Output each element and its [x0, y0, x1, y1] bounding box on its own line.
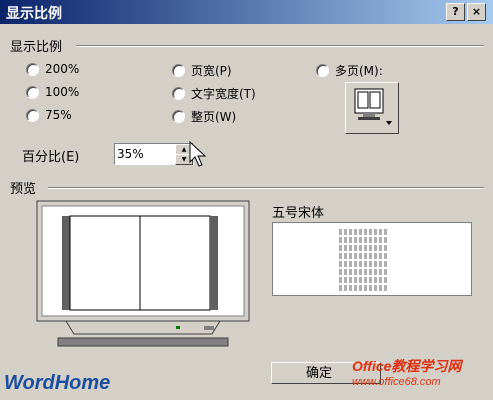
- office68-watermark: Office教程学习网 www.office68.com: [352, 356, 490, 396]
- many-pages-button[interactable]: [345, 82, 399, 134]
- radio-page-width-label: 页宽(P): [191, 64, 232, 78]
- close-button[interactable]: ×: [467, 3, 486, 21]
- percent-value[interactable]: 35%: [117, 147, 144, 161]
- sample-text-line: [339, 261, 387, 267]
- wordhome-watermark: WordHome: [4, 372, 111, 394]
- radio-dot[interactable]: [172, 110, 185, 123]
- radio-100[interactable]: 100%: [26, 85, 79, 99]
- font-sample-box: [272, 222, 472, 296]
- preview-group-label: 预览: [10, 182, 37, 197]
- zoom-group-divider: [76, 45, 484, 47]
- radio-200-label: 200%: [45, 62, 80, 76]
- percent-label: 百分比(E): [22, 150, 80, 165]
- radio-many-pages[interactable]: 多页(M):: [316, 62, 383, 79]
- radio-text-width-label: 文字宽度(T): [191, 87, 256, 101]
- radio-100-label: 100%: [45, 85, 80, 99]
- radio-dot[interactable]: [316, 64, 329, 77]
- radio-whole-page-label: 整页(W): [191, 110, 237, 124]
- radio-dot[interactable]: [172, 87, 185, 100]
- radio-200[interactable]: 200%: [26, 62, 79, 76]
- sample-text-line: [339, 277, 387, 283]
- sample-text-line: [339, 245, 387, 251]
- radio-dot[interactable]: [26, 62, 39, 76]
- radio-page-width[interactable]: 页宽(P): [172, 62, 232, 79]
- radio-text-width[interactable]: 文字宽度(T): [172, 85, 256, 102]
- percent-stepper[interactable]: 35% ▲ ▼: [114, 143, 194, 165]
- monitor-preview-icon: [36, 200, 250, 347]
- font-sample-title: 五号宋体: [272, 206, 325, 221]
- radio-dot[interactable]: [26, 108, 39, 122]
- help-button[interactable]: ?: [446, 3, 465, 21]
- preview-group-divider: [48, 187, 484, 189]
- sample-text-line: [339, 237, 387, 243]
- sample-text-line: [339, 229, 387, 235]
- radio-75[interactable]: 75%: [26, 108, 72, 122]
- sample-text-line: [339, 253, 387, 259]
- title-bar: 显示比例 ? ×: [0, 0, 493, 24]
- radio-many-pages-label: 多页(M):: [335, 64, 383, 78]
- zoom-group-label: 显示比例: [10, 40, 63, 55]
- watermark-site-name: Office教程学习网: [352, 358, 462, 374]
- radio-75-label: 75%: [45, 108, 72, 122]
- monitor-pages-icon: [354, 88, 392, 125]
- radio-dot[interactable]: [172, 64, 185, 77]
- radio-whole-page[interactable]: 整页(W): [172, 108, 236, 125]
- mouse-cursor-icon: [189, 140, 207, 167]
- sample-text-line: [339, 269, 387, 275]
- window-title: 显示比例: [6, 6, 62, 22]
- sample-text-line: [339, 285, 387, 291]
- radio-dot[interactable]: [26, 85, 39, 99]
- watermark-site-url: www.office68.com: [352, 376, 441, 388]
